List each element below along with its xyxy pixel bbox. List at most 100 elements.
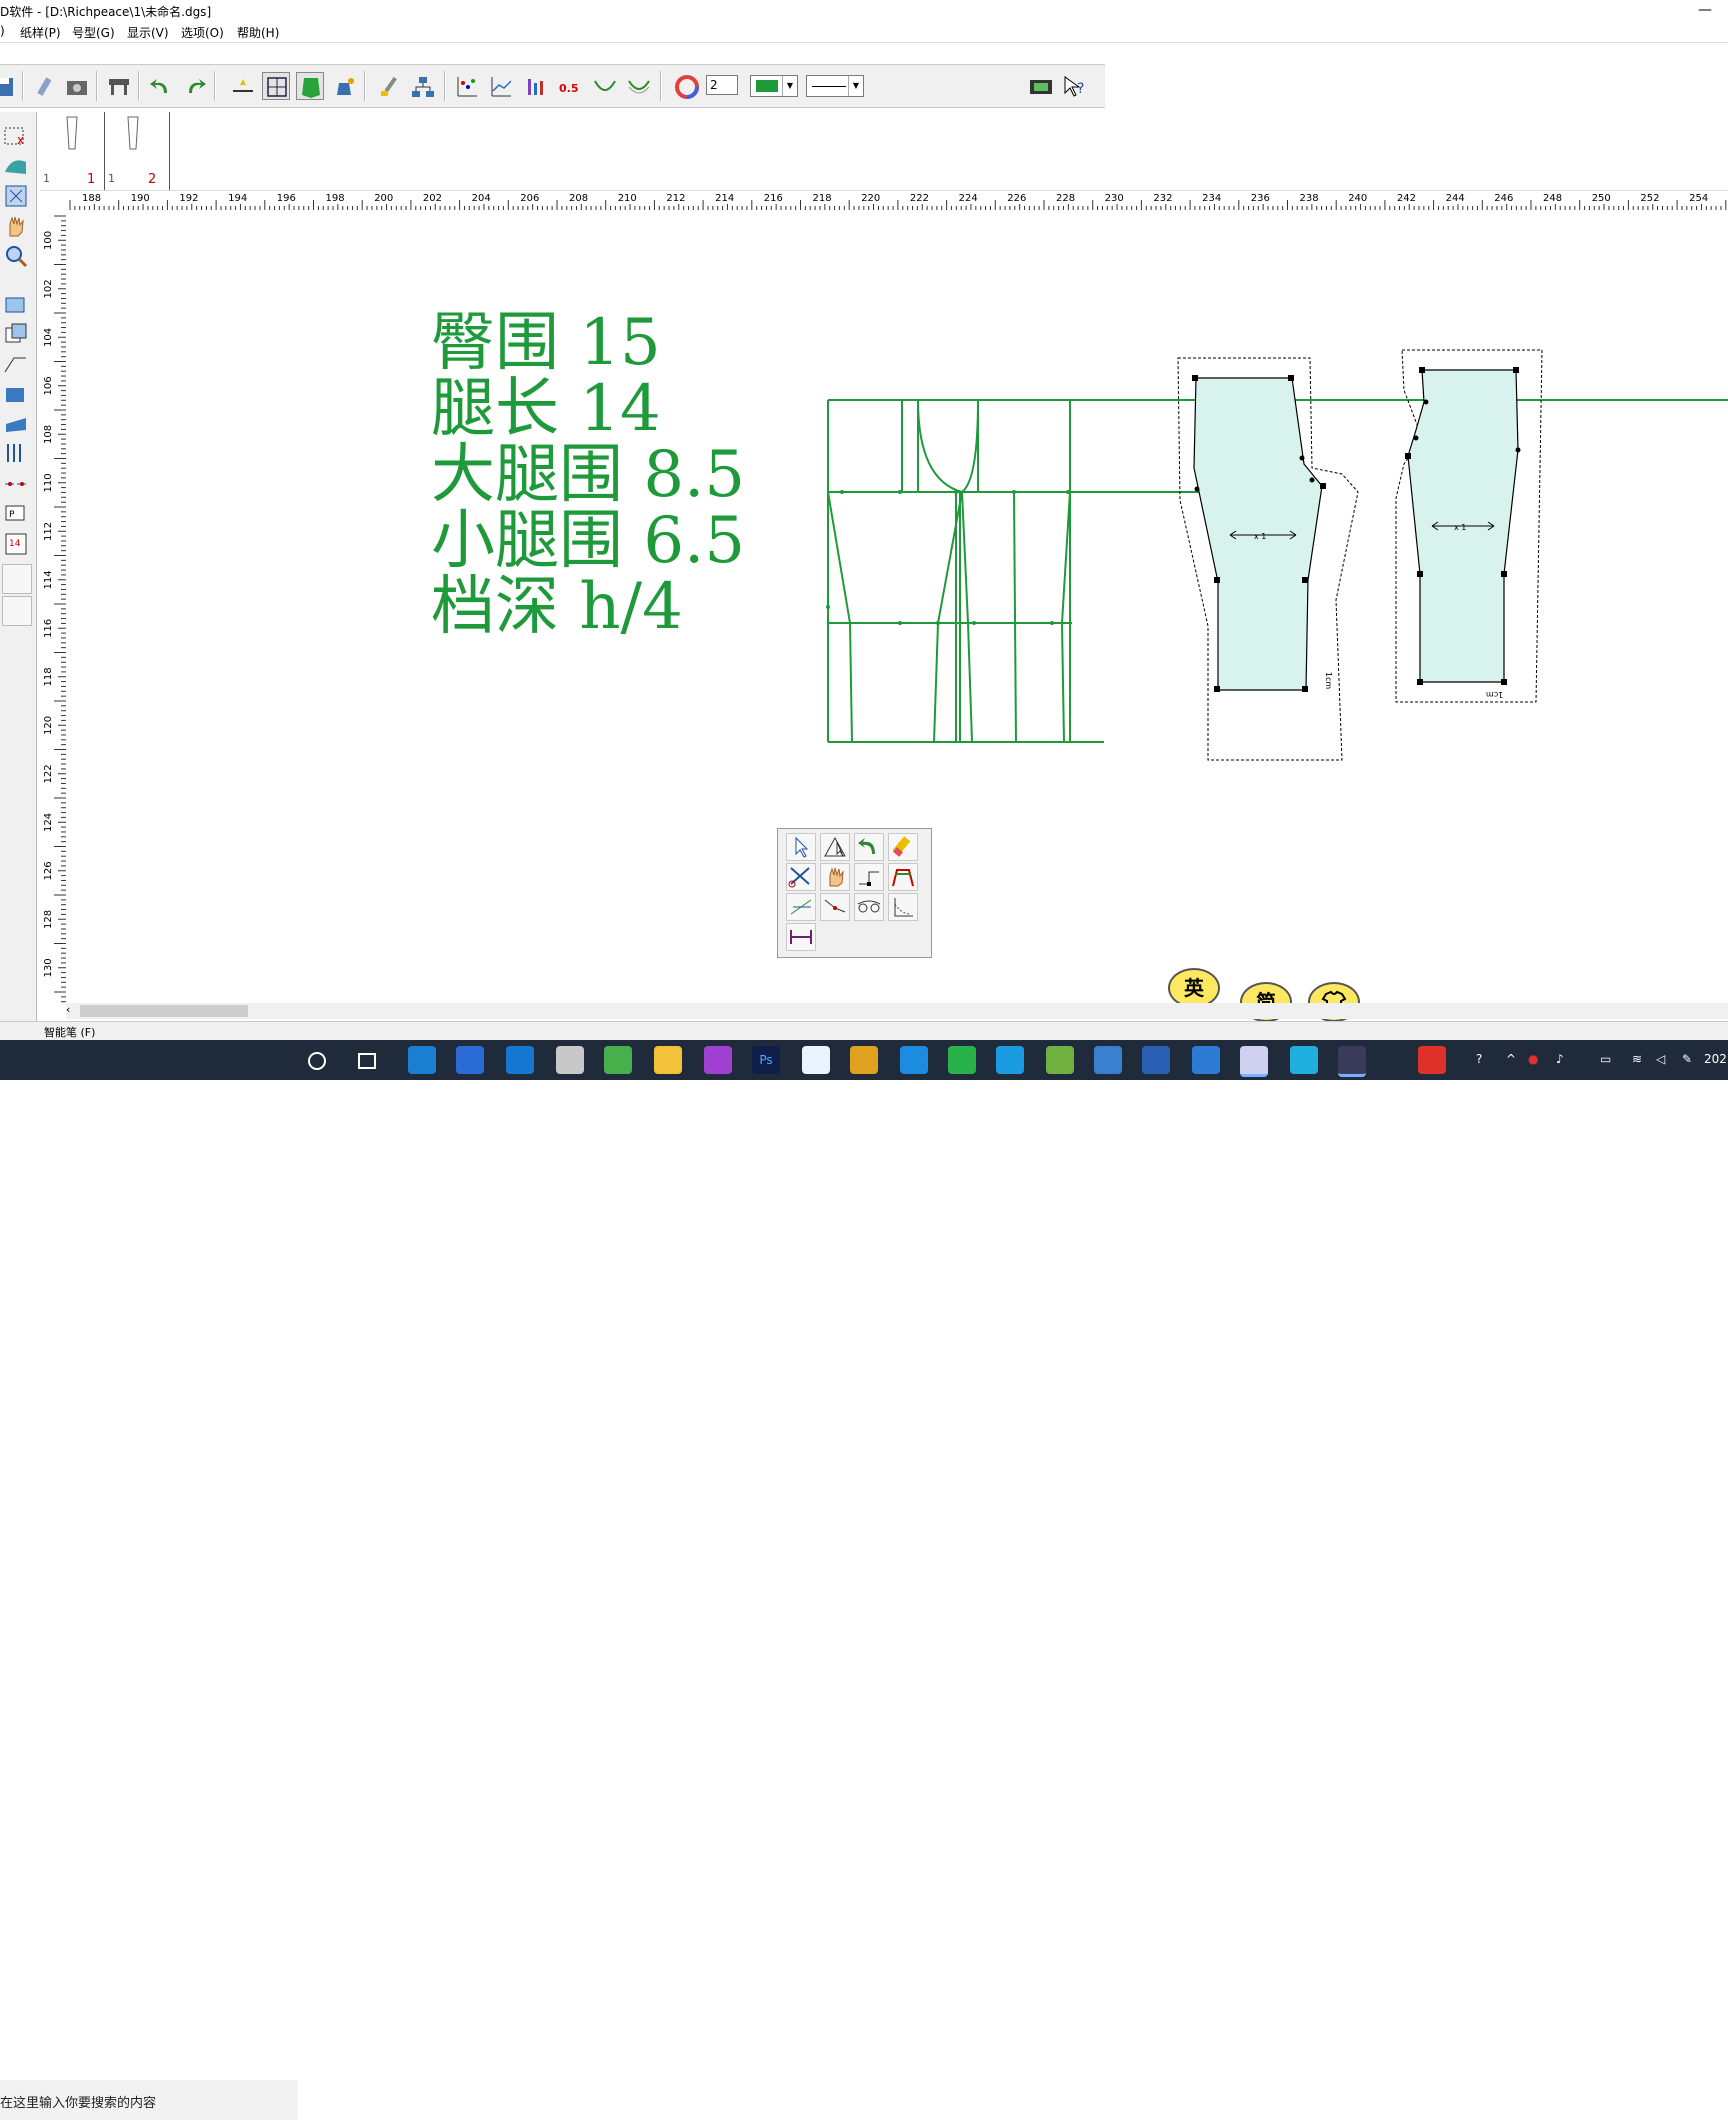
scroll-left-icon[interactable]: ‹ xyxy=(66,1003,70,1016)
blank-tool-button[interactable] xyxy=(2,564,32,594)
grid-icon[interactable] xyxy=(262,72,290,100)
folder-icon[interactable] xyxy=(654,1046,682,1074)
fish-icon[interactable] xyxy=(1290,1046,1318,1074)
drop-icon[interactable] xyxy=(704,1046,732,1074)
piece-tool-icon[interactable] xyxy=(2,290,30,318)
shield-icon[interactable] xyxy=(296,72,324,100)
menu-item-size[interactable]: 号型(G) xyxy=(72,24,115,41)
help-icon[interactable]: ? xyxy=(1060,72,1088,100)
minimize-button[interactable]: — xyxy=(1698,2,1712,18)
line-color-select[interactable]: ▼ xyxy=(750,75,798,97)
plotter-icon[interactable] xyxy=(104,72,132,100)
eraser-icon[interactable] xyxy=(888,833,918,861)
save-icon[interactable] xyxy=(0,72,18,100)
zoom-icon[interactable] xyxy=(2,242,30,270)
horizontal-scrollbar[interactable]: ‹ xyxy=(66,1003,1728,1019)
pleat-icon[interactable] xyxy=(2,440,30,468)
curve-grade-icon[interactable] xyxy=(624,72,652,100)
redo-icon[interactable] xyxy=(180,72,208,100)
bucket-icon[interactable] xyxy=(330,72,358,100)
line-style-select[interactable]: ▼ xyxy=(806,75,864,97)
notch-icon[interactable] xyxy=(2,380,30,408)
curve-icon[interactable] xyxy=(590,72,618,100)
intersect-icon[interactable] xyxy=(786,893,816,921)
piece-thumbnail[interactable]: 1 2 xyxy=(105,112,170,190)
cad-icon[interactable] xyxy=(1240,1046,1268,1077)
seam-icon[interactable] xyxy=(2,350,30,378)
qq-icon[interactable] xyxy=(996,1046,1024,1074)
hand-icon[interactable] xyxy=(820,863,850,891)
music-icon[interactable] xyxy=(1046,1046,1074,1074)
undo-icon[interactable] xyxy=(146,72,174,100)
doc-icon[interactable] xyxy=(1094,1046,1122,1074)
measurement-leg-length: 腿长 14 xyxy=(431,372,661,446)
help-tray-icon[interactable]: ? xyxy=(1476,1052,1482,1066)
menu-item-options[interactable]: 选项(O) xyxy=(181,24,224,41)
glasses-icon[interactable] xyxy=(854,893,884,921)
app-icon[interactable] xyxy=(802,1046,830,1074)
measure-icon[interactable] xyxy=(228,72,256,100)
cortana-icon[interactable] xyxy=(308,1052,326,1070)
dots-icon[interactable] xyxy=(452,72,480,100)
tree-icon[interactable] xyxy=(408,72,436,100)
sogou-icon[interactable] xyxy=(1418,1046,1446,1074)
word-icon[interactable] xyxy=(1142,1046,1170,1074)
hand-icon[interactable] xyxy=(2,212,30,240)
select-rect-icon[interactable]: x xyxy=(2,122,30,150)
arrow-app-icon[interactable] xyxy=(1338,1046,1366,1077)
microphone-icon[interactable]: ♪ xyxy=(1556,1052,1564,1066)
line-chart-icon[interactable] xyxy=(486,72,514,100)
button-hole-icon[interactable] xyxy=(2,470,30,498)
menu-item-help[interactable]: 帮助(H) xyxy=(237,24,279,41)
pen-icon[interactable]: ✎ xyxy=(1682,1052,1692,1066)
arrow-icon[interactable] xyxy=(786,833,816,861)
ime-english-toggle[interactable]: 英 xyxy=(1168,968,1220,1008)
number-icon[interactable]: 14 xyxy=(2,530,30,558)
pencil-icon[interactable] xyxy=(28,72,56,100)
corner-icon[interactable] xyxy=(854,863,884,891)
brush-icon[interactable] xyxy=(374,72,402,100)
rotate-icon[interactable] xyxy=(854,833,884,861)
trapezoid-icon[interactable] xyxy=(888,863,918,891)
bars-icon[interactable] xyxy=(520,72,548,100)
photoshop-icon[interactable]: Ps xyxy=(752,1046,780,1074)
ruler-icon[interactable] xyxy=(786,923,816,951)
cut-icon[interactable] xyxy=(820,833,850,861)
scale-icon[interactable]: 0.5 xyxy=(554,72,582,100)
blank-tool-button[interactable] xyxy=(2,596,32,626)
u-icon[interactable] xyxy=(900,1046,928,1074)
label-icon[interactable]: P xyxy=(2,500,30,528)
taskview-icon[interactable] xyxy=(358,1053,376,1069)
k-icon[interactable] xyxy=(1192,1046,1220,1074)
clock[interactable]: 202 xyxy=(1704,1052,1727,1066)
piece-thumbnail[interactable]: 1 1 xyxy=(40,112,105,190)
menu-item-pattern[interactable]: 纸样(P) xyxy=(20,24,61,41)
taskbar-search-box[interactable]: 在这里输入你要搜索的内容 xyxy=(0,2080,298,2120)
chevron-up-icon[interactable]: ^ xyxy=(1506,1052,1516,1066)
film-icon[interactable] xyxy=(1026,72,1054,100)
color-wheel-icon[interactable] xyxy=(672,72,700,100)
wechat-icon[interactable] xyxy=(948,1046,976,1074)
battery-icon[interactable]: ▭ xyxy=(1600,1052,1611,1066)
record-icon[interactable]: ● xyxy=(1528,1052,1538,1066)
fabric-icon[interactable] xyxy=(2,152,30,180)
edge-icon[interactable] xyxy=(408,1046,436,1074)
copy-piece-icon[interactable] xyxy=(2,320,30,348)
line-width-input[interactable]: 2 xyxy=(706,75,738,95)
node-icon[interactable] xyxy=(820,893,850,921)
axis-icon[interactable] xyxy=(888,893,918,921)
menu-item-view[interactable]: 显示(V) xyxy=(127,24,169,41)
volume-icon[interactable]: ◁ xyxy=(1656,1052,1665,1066)
browser-icon[interactable] xyxy=(604,1046,632,1074)
store-icon[interactable] xyxy=(456,1046,484,1074)
paint-icon[interactable] xyxy=(556,1046,584,1074)
mail-icon[interactable] xyxy=(506,1046,534,1074)
chrome-icon[interactable] xyxy=(850,1046,878,1074)
menu-item-file[interactable]: ) xyxy=(0,24,5,38)
scissors-icon[interactable] xyxy=(786,863,816,891)
fold-icon[interactable] xyxy=(2,410,30,438)
flip-icon[interactable] xyxy=(2,182,30,210)
scroll-thumb[interactable] xyxy=(80,1005,248,1017)
wifi-icon[interactable]: ≋ xyxy=(1632,1052,1642,1066)
camera-icon[interactable] xyxy=(62,72,90,100)
